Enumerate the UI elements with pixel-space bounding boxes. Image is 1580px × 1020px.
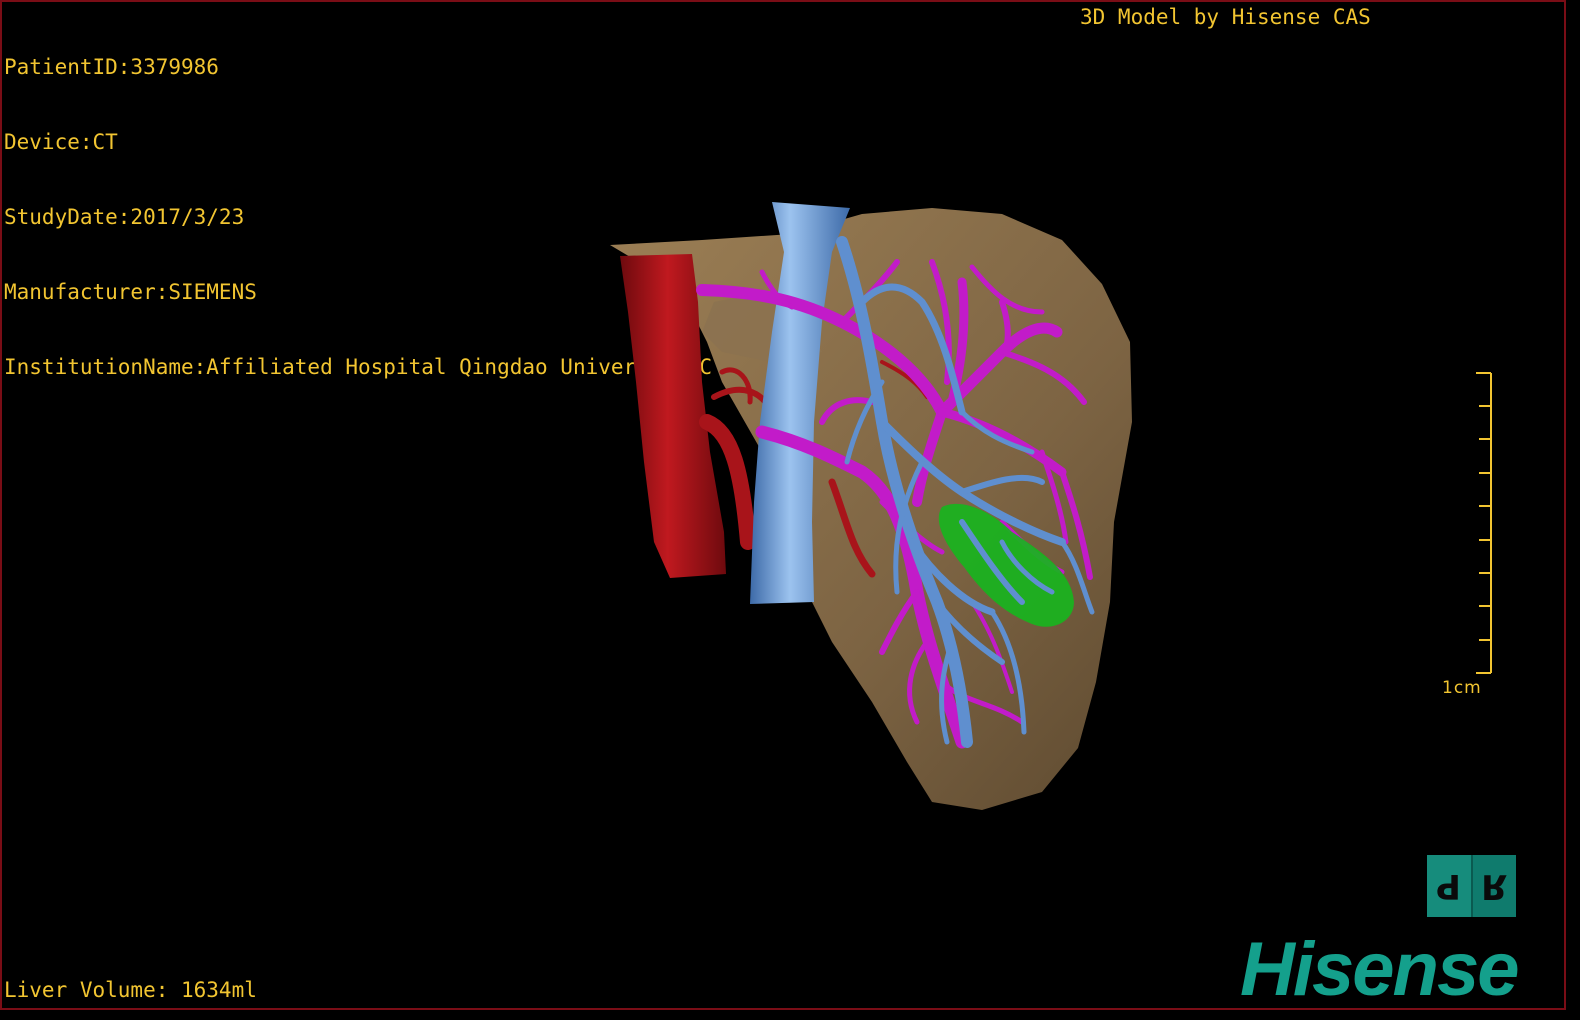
orientation-face-posterior[interactable]: P xyxy=(1427,855,1473,917)
scale-label: 1cm xyxy=(1442,678,1482,698)
orientation-face-label-p: P xyxy=(1436,866,1462,906)
orientation-cube-icon[interactable]: P R xyxy=(1427,855,1516,917)
liver-3d-model[interactable] xyxy=(2,2,1566,1010)
3d-viewport[interactable]: PatientID:3379986 Device:CT StudyDate:20… xyxy=(0,0,1566,1010)
scale-ruler-icon xyxy=(1476,372,1492,674)
hisense-logo: Hisense xyxy=(1240,927,1519,1010)
orientation-face-label-r: R xyxy=(1481,866,1508,906)
liver-volume-text: Liver Volume: 1634ml xyxy=(4,978,257,1002)
orientation-face-right[interactable]: R xyxy=(1473,855,1517,917)
